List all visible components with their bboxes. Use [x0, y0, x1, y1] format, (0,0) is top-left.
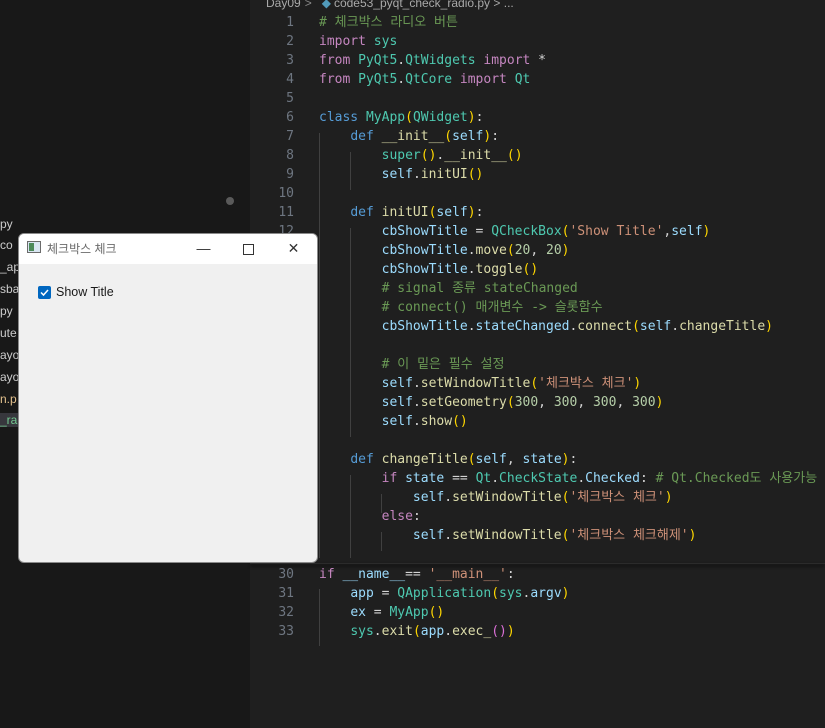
- window-title: 체크박스 체크: [47, 242, 117, 256]
- explorer-item[interactable]: ayo: [0, 348, 19, 362]
- code-editor[interactable]: 1 # 체크박스 라디오 버튼 2 import sys 3 from PyQt5.Q…: [250, 0, 825, 728]
- line-number: 30: [278, 567, 294, 582]
- explorer-item[interactable]: ute: [0, 326, 17, 340]
- line-number: 6: [286, 110, 294, 125]
- line-number: 11: [278, 205, 294, 220]
- show-title-checkbox[interactable]: Show Title: [38, 284, 114, 300]
- scrollbar-thumb[interactable]: [226, 197, 234, 205]
- explorer-item[interactable]: py: [0, 217, 13, 231]
- line-number: 3: [286, 53, 294, 68]
- line-number: 32: [278, 605, 294, 620]
- line-number: 7: [286, 129, 294, 144]
- sticky-scroll-separator: [250, 563, 825, 564]
- string-literal: '__main__': [428, 567, 507, 582]
- explorer-item[interactable]: py: [0, 304, 13, 318]
- comment: # connect() 매개변수 -> 슬롯함수: [381, 300, 603, 315]
- window-titlebar[interactable]: 체크박스 체크 — ✕: [19, 234, 317, 264]
- line-number: 10: [278, 186, 294, 201]
- string-literal: '체크박스 체크해제': [569, 528, 689, 543]
- close-button[interactable]: ✕: [271, 234, 316, 264]
- pyqt-app-window[interactable]: 체크박스 체크 — ✕ Show Title: [18, 233, 318, 563]
- line-number: 8: [286, 148, 294, 163]
- line-number: 4: [286, 72, 294, 87]
- checkbox-checked[interactable]: [38, 285, 51, 299]
- string-literal: '체크박스 체크': [538, 376, 634, 391]
- string-literal: '체크박스 체크': [569, 490, 665, 505]
- line-number: 33: [278, 624, 294, 639]
- explorer-item[interactable]: ayo: [0, 370, 19, 384]
- explorer-item[interactable]: n.p: [0, 392, 17, 406]
- string-literal: 'Show Title': [569, 224, 664, 239]
- comment: # 체크박스 라디오 버튼: [319, 15, 458, 30]
- checkbox-label: Show Title: [56, 285, 114, 299]
- checkmark-icon: [40, 288, 49, 296]
- comment: # 이 밑은 필수 설정: [381, 357, 505, 372]
- explorer-item[interactable]: co: [0, 238, 13, 252]
- line-number: 2: [286, 34, 294, 49]
- maximize-icon: [243, 243, 254, 255]
- minimize-button[interactable]: —: [181, 234, 226, 264]
- comment: # Qt.Checked도 사용가능: [655, 471, 818, 486]
- app-icon: [27, 241, 41, 253]
- minimize-icon: —: [196, 240, 211, 256]
- line-number: 5: [286, 91, 294, 106]
- line-number: 1: [286, 15, 294, 30]
- close-icon: ✕: [287, 240, 300, 256]
- line-number: 31: [278, 586, 294, 601]
- maximize-button[interactable]: [226, 234, 271, 264]
- comment: # signal 종류 stateChanged: [381, 281, 578, 296]
- explorer-item[interactable]: sba: [0, 282, 19, 296]
- line-number: 9: [286, 167, 294, 182]
